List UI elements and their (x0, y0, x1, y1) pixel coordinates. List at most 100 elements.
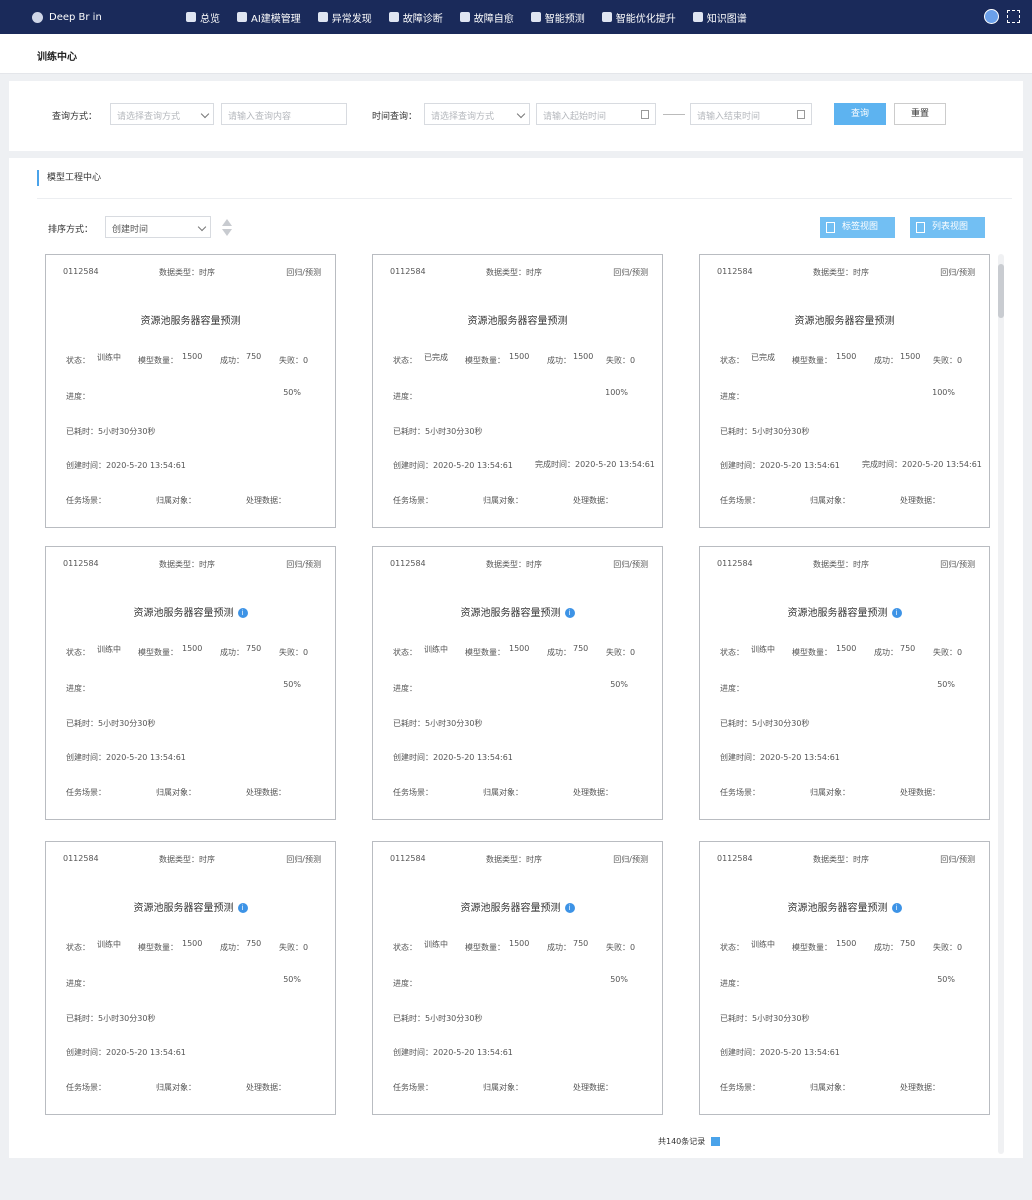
tag-view-label: 标签视图 (842, 222, 879, 232)
model-count: 1500 (836, 939, 857, 948)
section-title: 模型工程中心 (37, 170, 101, 186)
model-count-label: 模型数量： (138, 356, 178, 365)
status-value: 训练中 (97, 645, 121, 654)
model-card[interactable]: 0112584 数据类型：时序 回归/预测 资源池服务器容量预测 i 状态： 训练中 模型数量… (372, 546, 663, 820)
processed-data: 处理数据： (573, 1083, 613, 1092)
query-method-select[interactable]: 请选择查询方式 (110, 103, 214, 125)
created-time: 创建时间：2020-5-20 13:54:61 (393, 753, 513, 762)
model-card[interactable]: 0112584 数据类型：时序 回归/预测 资源池服务器容量预测 状态： 已完成 模型数量：… (372, 254, 663, 528)
finished-time: 完成时间：2020-5-20 13:54:61 (862, 460, 982, 469)
model-count-label: 模型数量： (138, 648, 178, 657)
progress-label: 进度： (720, 684, 744, 693)
bookmark-icon (826, 222, 835, 233)
status-label: 状态： (720, 356, 744, 365)
progress-value: 50% (610, 975, 628, 984)
info-icon[interactable]: i (237, 608, 248, 618)
model-card[interactable]: 0112584 数据类型：时序 回归/预测 资源池服务器容量预测 i 状态： 训练中 模型数量… (45, 841, 336, 1115)
card-title: 资源池服务器容量预测 (787, 608, 888, 619)
tag-view-button[interactable]: 标签视图 (820, 217, 895, 238)
data-type: 数据类型：时序 (486, 268, 542, 277)
end-time-input[interactable]: 请输入结束时间 (690, 103, 812, 125)
sort-select[interactable]: 创建时间 (105, 216, 211, 238)
list-view-button[interactable]: 列表视图 (910, 217, 985, 238)
card-title: 资源池服务器容量预测 (140, 316, 241, 327)
nav-item-7[interactable]: 知识图谱 (692, 10, 747, 25)
processed-data: 处理数据： (573, 496, 613, 505)
nav-item-0[interactable]: 总览 (186, 10, 220, 25)
ai-icon (237, 12, 247, 22)
info-icon[interactable]: i (891, 903, 902, 913)
query-content-placeholder: 请输入查询内容 (228, 112, 292, 122)
elapsed-time: 已耗时：5小时30分30秒 (66, 719, 156, 728)
fail-count: 失败：0 (933, 943, 963, 952)
sort-order-toggle[interactable] (221, 219, 233, 237)
nav-item-5[interactable]: 智能预测 (530, 10, 585, 25)
fail-count: 失败：0 (933, 648, 963, 657)
progress-value: 50% (283, 680, 301, 689)
scrollbar-thumb[interactable] (998, 264, 1004, 318)
nav-item-3[interactable]: 故障诊断 (388, 10, 443, 25)
task-scene: 任务场景： (393, 1083, 433, 1092)
progress-value: 100% (605, 388, 628, 397)
card-title-row: 资源池服务器容量预测 i (46, 899, 335, 914)
model-card[interactable]: 0112584 数据类型：时序 回归/预测 资源池服务器容量预测 i 状态： 训练中 模型数量… (699, 841, 990, 1115)
finished-time: 完成时间：2020-5-20 13:54:61 (535, 460, 655, 469)
task-scene: 任务场景： (720, 1083, 760, 1092)
status-label: 状态： (66, 648, 90, 657)
list-icon (916, 222, 925, 233)
page-next-icon[interactable] (711, 1137, 721, 1146)
model-card[interactable]: 0112584 数据类型：时序 回归/预测 资源池服务器容量预测 状态： 已完成 模型数量：… (699, 254, 990, 528)
scrollbar[interactable] (998, 254, 1004, 1154)
page-title: 训练中心 (37, 52, 77, 63)
avatar[interactable] (984, 9, 999, 24)
success-label: 成功： (220, 356, 244, 365)
success-count: 750 (573, 939, 589, 948)
processed-data: 处理数据： (900, 496, 940, 505)
info-icon[interactable]: i (564, 608, 575, 618)
success-count: 750 (246, 644, 262, 653)
task-tag: 回归/预测 (613, 268, 648, 277)
brand[interactable]: Deep Br in (32, 11, 102, 23)
model-card[interactable]: 0112584 数据类型：时序 回归/预测 资源池服务器容量预测 i 状态： 训练中 模型数量… (372, 841, 663, 1115)
status-value: 训练中 (97, 940, 121, 949)
sort-down-icon (222, 229, 232, 236)
model-card[interactable]: 0112584 数据类型：时序 回归/预测 资源池服务器容量预测 状态： 训练中 模型数量：… (45, 254, 336, 528)
model-count-label: 模型数量： (792, 356, 832, 365)
processed-data: 处理数据： (246, 1083, 286, 1092)
nav-item-1[interactable]: AI建模管理 (237, 10, 301, 25)
model-card[interactable]: 0112584 数据类型：时序 回归/预测 资源池服务器容量预测 i 状态： 训练中 模型数量… (45, 546, 336, 820)
start-time-input[interactable]: 请输入起始时间 (536, 103, 656, 125)
status-label: 状态： (393, 356, 417, 365)
model-count-label: 模型数量： (465, 943, 505, 952)
success-count: 750 (900, 939, 916, 948)
task-scene: 任务场景： (66, 1083, 106, 1092)
success-count: 750 (900, 644, 916, 653)
data-type: 数据类型：时序 (813, 560, 869, 569)
info-icon[interactable]: i (237, 903, 248, 913)
status-label: 状态： (393, 943, 417, 952)
pagination: 共140条记录 (658, 1136, 721, 1147)
nav-item-2[interactable]: 异常发现 (317, 10, 372, 25)
search-button[interactable]: 查询 (834, 103, 886, 125)
reset-button[interactable]: 重置 (894, 103, 946, 125)
model-center-panel: 模型工程中心 排序方式： 创建时间 标签视图 列表视图 0112584 数据类型：… (9, 158, 1023, 1158)
success-count: 750 (246, 352, 262, 361)
time-method-select[interactable]: 请选择查询方式 (424, 103, 530, 125)
model-count: 1500 (182, 644, 203, 653)
model-count: 1500 (182, 352, 203, 361)
model-count: 1500 (509, 352, 530, 361)
success-label: 成功： (874, 648, 898, 657)
nav-item-6[interactable]: 智能优化提升 (601, 10, 676, 25)
info-icon[interactable]: i (564, 903, 575, 913)
query-content-input[interactable]: 请输入查询内容 (221, 103, 347, 125)
info-icon[interactable]: i (891, 608, 902, 618)
data-type: 数据类型：时序 (813, 268, 869, 277)
nav-item-4[interactable]: 故障自愈 (459, 10, 514, 25)
card-id: 0112584 (717, 559, 753, 568)
data-type: 数据类型：时序 (159, 855, 215, 864)
card-title-row: 资源池服务器容量预测 i (700, 899, 989, 914)
elapsed-time: 已耗时：5小时30分30秒 (393, 427, 483, 436)
progress-label: 进度： (720, 392, 744, 401)
fullscreen-icon[interactable] (1007, 10, 1020, 23)
model-card[interactable]: 0112584 数据类型：时序 回归/预测 资源池服务器容量预测 i 状态： 训练中 模型数量… (699, 546, 990, 820)
